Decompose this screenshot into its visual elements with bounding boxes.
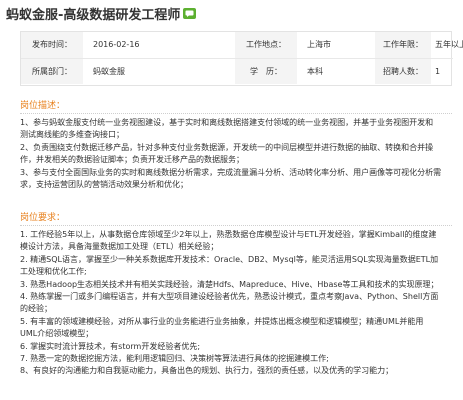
headcount-label: 招聘人数： [375,58,431,84]
requirement-line: 8、有良好的沟通能力和自我驱动能力，具备出色的规划、执行力，强烈的责任感，以及优… [20,366,394,376]
requirement-line: 模设计方法，具备海量数据加工处理（ETL）相关经验； [20,242,219,252]
experience-value: 五年以上 [431,32,463,59]
description-line: 2、负责围绕支付数据迁移产品，针对多种支付业务数据源，开发统一的中间层模型并进行… [20,142,434,152]
description-line: 求，支持运营团队的营销活动效果分析和优化； [20,180,188,190]
job-info-panel: 发布时间： 2016-02-16 工作地点： 上海市 工作年限： 五年以上 所属… [20,31,463,86]
department-label: 所属部门： [21,58,83,84]
requirement-line: 2. 精通SQL语言，掌握至少一种关系数据库开发技术：Oracle、DB2、My… [20,254,439,264]
job-info-table: 发布时间： 2016-02-16 工作地点： 上海市 工作年限： 五年以上 所属… [21,32,463,84]
education-label: 学 历： [235,58,297,84]
description-line: 作，并发相关的数据验证脚本；负责开发迁移产品的数据服务； [20,155,244,165]
info-row: 发布时间： 2016-02-16 工作地点： 上海市 工作年限： 五年以上 [21,32,463,59]
description-line: 测试离线能的多维查询接口； [20,130,124,140]
requirement-line: 1. 工作经验5年以上，从事数据仓库领域至少2年以上，熟悉数据仓库模型设计与ET… [20,230,437,239]
job-description-section: 岗位描述： 1、参与蚂蚁金服支付统一业务视图建设，基于实时和离线数据搭建支付领域… [20,98,452,191]
education-value: 本科 [307,66,323,76]
department-value: 蚂蚁金服 [93,66,125,76]
location-label: 工作地点： [235,32,297,59]
job-title: 蚂蚁金服-高级数据研发工程师 [6,7,181,23]
divider [20,225,452,226]
chat-icon[interactable] [183,7,197,19]
description-line: 3、参与支付全面国际业务的实时和离线数据分析需求，完成流量漏斗分析、活动转化率分… [20,167,442,177]
job-requirements-body: 1. 工作经验5年以上，从事数据仓库领域至少2年以上，熟悉数据仓库模型设计与ET… [20,229,452,378]
experience-label: 工作年限： [375,32,431,59]
headcount-value: 1 [435,66,441,76]
job-description-heading: 岗位描述： [20,101,66,111]
requirement-line: 的经验； [20,304,52,314]
divider [20,113,452,114]
location-value: 上海市 [297,32,375,59]
requirement-line: 工处理和优化工作; [20,267,87,277]
job-requirements-heading: 岗位要求： [20,213,66,223]
requirement-line: 5. 有丰富的领域建模经验，对所从事行业的业务能进行业务抽象，并提炼出概念模型和… [20,316,424,326]
job-requirements-section: 岗位要求： 1. 工作经验5年以上，从事数据仓库领域至少2年以上，熟悉数据仓库模… [20,210,452,378]
requirement-line: UML介绍领域模型； [20,329,94,339]
title-bar: 蚂蚁金服-高级数据研发工程师 [6,5,197,23]
publish-date-value: 2016-02-16 [83,32,235,59]
info-row: 所属部门： 蚂蚁金服 学 历： 本科 招聘人数： 1 [21,58,453,84]
requirement-line: 7. 熟悉一定的数据挖掘方法，能利用逻辑回归、决策树等算法进行具体的挖掘建模工作… [20,354,329,364]
chat-icon-glyph [185,10,194,17]
requirement-line: 4. 熟练掌握一门或多门编程语言，并有大型项目建设经验者优先，熟悉设计模式，重点… [20,292,439,302]
job-description-body: 1、参与蚂蚁金服支付统一业务视图建设，基于实时和离线数据搭建支付领域的统一业务视… [20,117,452,191]
description-line: 1、参与蚂蚁金服支付统一业务视图建设，基于实时和离线数据搭建支付领域的统一业务视… [20,118,434,127]
publish-date-label: 发布时间： [21,32,83,59]
requirement-line: 6. 掌握实时流计算技术，有storm开发经验者优先; [20,341,201,351]
requirement-line: 3. 熟悉Hadoop生态相关技术并有相关实践经验，清楚Hdfs、Mapredu… [20,279,439,289]
